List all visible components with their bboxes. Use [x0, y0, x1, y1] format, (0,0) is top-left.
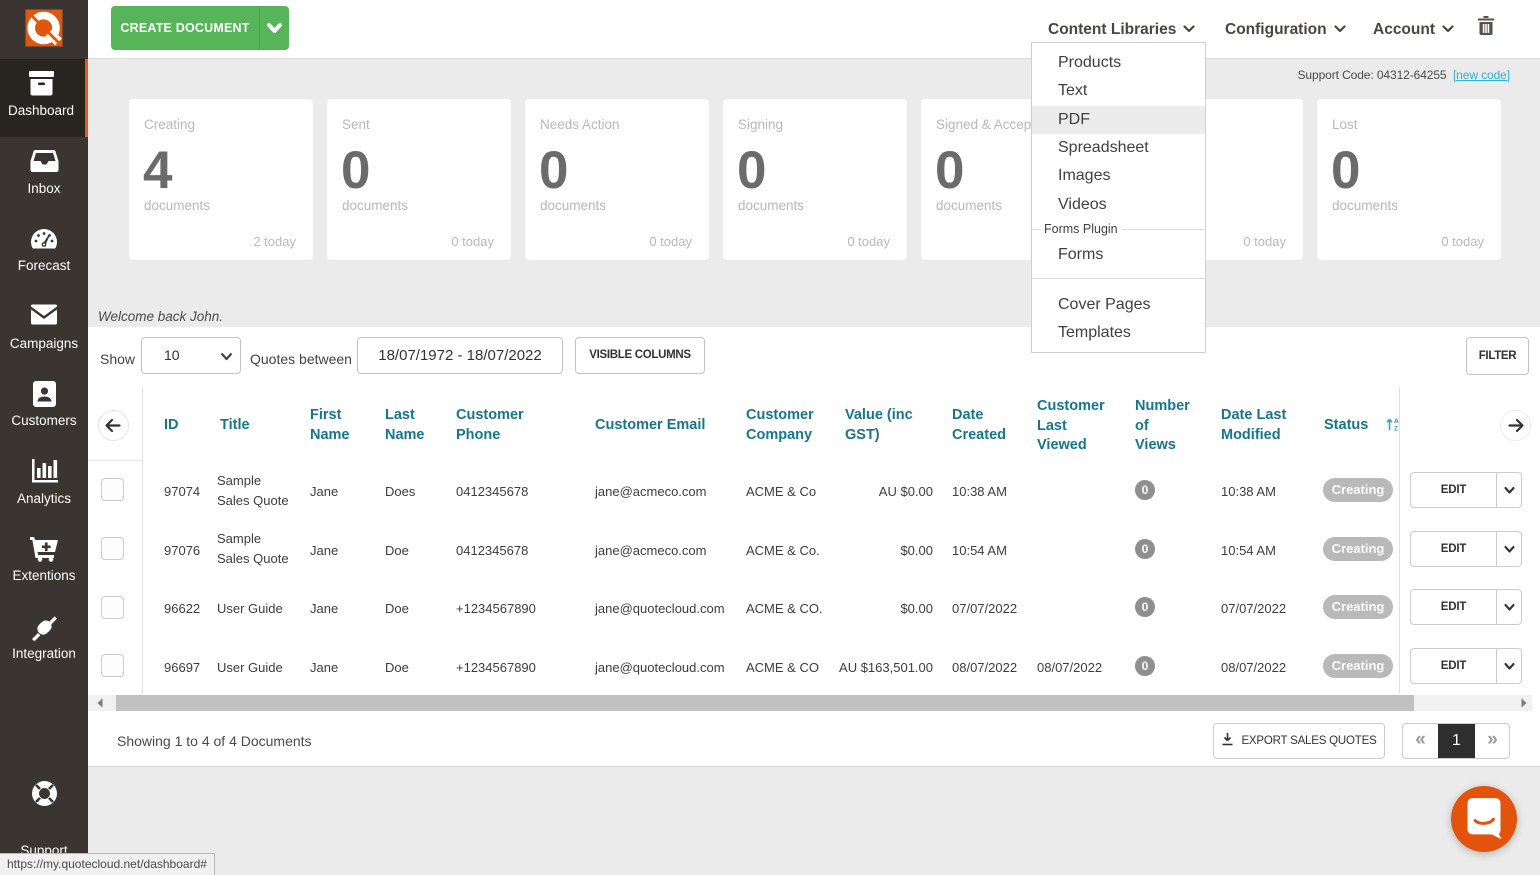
svg-text:A: A	[1394, 418, 1399, 425]
svg-text:Z: Z	[1394, 426, 1398, 432]
